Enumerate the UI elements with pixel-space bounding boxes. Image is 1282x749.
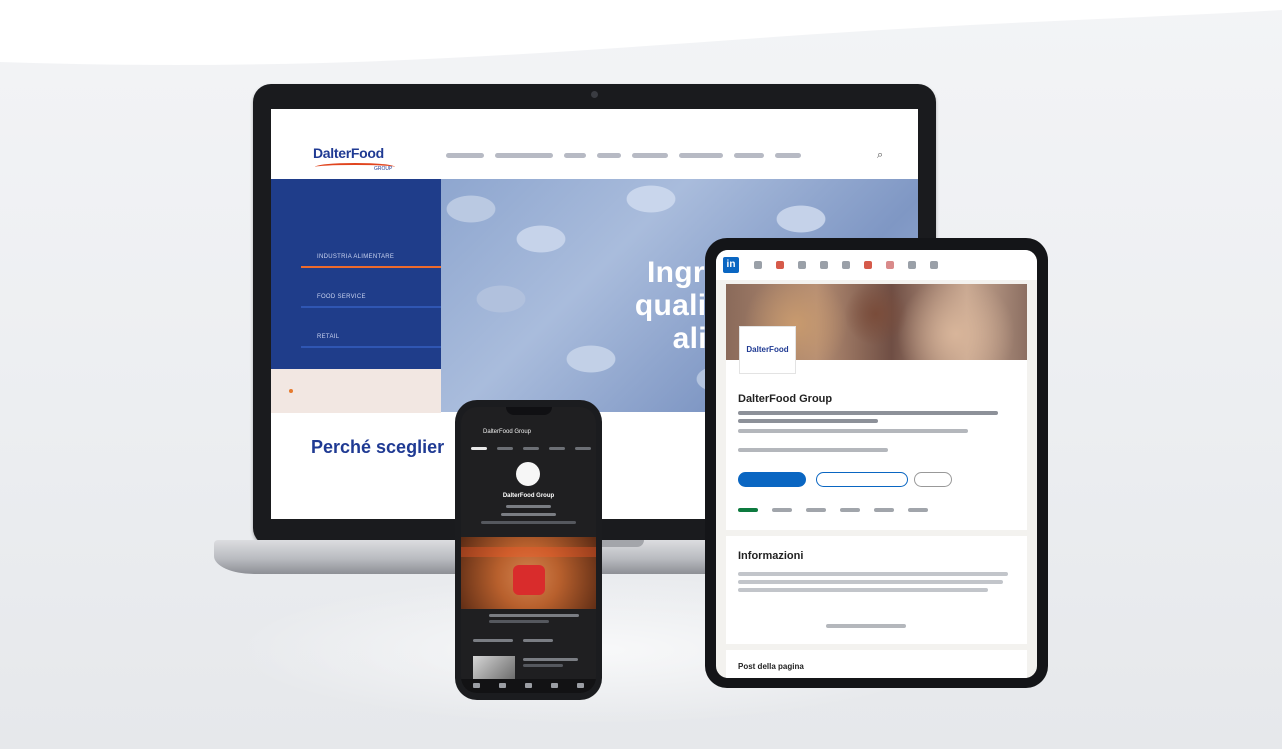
tab-videos[interactable]: [908, 508, 928, 512]
hero-side-menu: [271, 179, 441, 369]
home-icon[interactable]: [473, 683, 480, 688]
tab-people[interactable]: [874, 508, 894, 512]
search-icon[interactable]: [754, 261, 762, 269]
tab-home[interactable]: [738, 508, 758, 512]
messaging-icon[interactable]: [842, 261, 850, 269]
posts-title: Post della pagina: [738, 662, 804, 671]
tab-posts[interactable]: [806, 508, 826, 512]
search-icon[interactable]: ⌕: [877, 149, 883, 162]
nav-item[interactable]: [495, 153, 553, 158]
site-logo[interactable]: DalterFood: [313, 145, 384, 161]
subscriptions-icon[interactable]: [551, 683, 558, 688]
nav-item[interactable]: [597, 153, 621, 158]
tab-home[interactable]: [471, 447, 487, 450]
tablet-screen: in DalterFood DalterFood Group Informazi…: [716, 250, 1037, 678]
add-icon[interactable]: [525, 683, 532, 688]
menu-item-food-service[interactable]: FOOD SERVICE: [317, 294, 366, 300]
channel-name: DalterFood Group: [502, 493, 555, 499]
menu-item-industria[interactable]: INDUSTRIA ALIMENTARE: [317, 254, 394, 260]
meta-text: [738, 429, 968, 433]
menu-divider: [301, 306, 441, 308]
show-all-details-link[interactable]: [826, 624, 906, 628]
video-title: [523, 658, 578, 661]
channel-meta: [501, 513, 556, 516]
follow-button[interactable]: [738, 472, 806, 487]
notification-icon[interactable]: [776, 261, 784, 269]
tab-videos[interactable]: [497, 447, 513, 450]
channel-handle: [506, 505, 551, 508]
tab-about[interactable]: [772, 508, 792, 512]
company-logo-text: DalterFood: [746, 345, 789, 354]
library-icon[interactable]: [577, 683, 584, 688]
camera-icon: [591, 91, 598, 98]
main-nav: [446, 153, 801, 158]
nav-item[interactable]: [564, 153, 586, 158]
section-label: [523, 639, 553, 642]
menu-divider: [301, 346, 441, 348]
more-button[interactable]: [914, 472, 952, 487]
phone-screen: DalterFood Group DalterFood Group: [461, 407, 596, 693]
logo-subtitle: GROUP: [374, 166, 393, 172]
nav-item[interactable]: [632, 153, 668, 158]
info-text: [738, 588, 988, 592]
info-title: Informazioni: [738, 550, 804, 562]
shorts-icon[interactable]: [499, 683, 506, 688]
followers-text: [738, 448, 888, 452]
channel-avatar[interactable]: [516, 462, 540, 486]
tablet: in DalterFood DalterFood Group Informazi…: [705, 238, 1048, 688]
section-label: [473, 639, 513, 642]
site-header: DalterFood GROUP ⌕: [271, 109, 918, 179]
product-image: [513, 565, 545, 595]
section-heading: Perché sceglier: [311, 437, 445, 457]
video-banner: [461, 547, 596, 557]
phone-notch: [506, 407, 552, 415]
channel-tabs: [471, 447, 591, 450]
nav-item[interactable]: [734, 153, 764, 158]
company-card: [726, 360, 1027, 530]
network-icon[interactable]: [798, 261, 806, 269]
side-cta-box[interactable]: [271, 369, 441, 413]
cta-bullet-icon: [289, 389, 293, 393]
featured-video-thumbnail[interactable]: [461, 537, 596, 609]
nav-item[interactable]: [446, 153, 484, 158]
apps-icon[interactable]: [930, 261, 938, 269]
tab-shorts[interactable]: [523, 447, 539, 450]
video-title: [489, 614, 579, 617]
page-tabs: [738, 508, 928, 512]
tab-jobs[interactable]: [840, 508, 860, 512]
alerts-icon[interactable]: [864, 261, 872, 269]
linkedin-top-bar: in: [716, 250, 1037, 280]
video-meta: [523, 664, 563, 667]
tagline-text: [738, 419, 878, 423]
video-meta: [489, 620, 549, 623]
company-name: DalterFood Group: [738, 393, 833, 405]
video-thumbnail[interactable]: [473, 656, 515, 680]
profile-icon[interactable]: [886, 261, 894, 269]
menu-item-retail[interactable]: RETAIL: [317, 334, 339, 340]
tagline-text: [738, 411, 998, 415]
menu-divider-active: [301, 266, 441, 268]
language-selector[interactable]: [775, 153, 801, 158]
company-logo[interactable]: DalterFood: [739, 326, 796, 374]
info-text: [738, 572, 1008, 576]
channel-description: [481, 521, 576, 524]
visit-website-button[interactable]: [816, 472, 908, 487]
smartphone: DalterFood Group DalterFood Group: [455, 400, 602, 700]
work-icon[interactable]: [908, 261, 916, 269]
linkedin-logo-icon[interactable]: in: [723, 257, 739, 273]
info-text: [738, 580, 1003, 584]
channel-header-title: DalterFood Group: [483, 429, 532, 435]
jobs-icon[interactable]: [820, 261, 828, 269]
tab-community[interactable]: [575, 447, 591, 450]
tab-playlists[interactable]: [549, 447, 565, 450]
nav-item[interactable]: [679, 153, 723, 158]
